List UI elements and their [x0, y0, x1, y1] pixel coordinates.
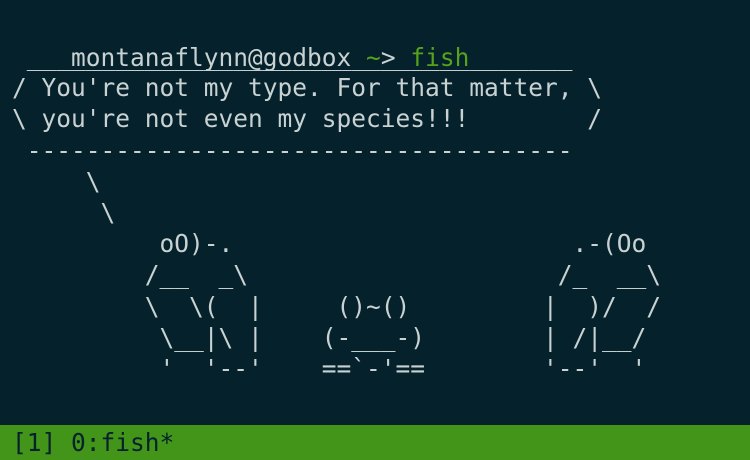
cowsay-output: _____________________________________ / …: [12, 41, 661, 384]
ascii-art-line: /__ _\ /_ __\: [12, 260, 662, 290]
speech-bubble-line: \ you're not even my species!!! /: [12, 104, 603, 134]
speech-bubble-line: / You're not my type. For that matter, \: [12, 73, 603, 103]
ascii-art-line: \: [12, 166, 101, 196]
terminal-window[interactable]: montanaflynn@godbox ~> fish ____________…: [0, 0, 750, 456]
ascii-art-line: \ \( | ()~() | )/ /: [12, 291, 662, 321]
prompt-line-active[interactable]: montanaflynn@godbox ~>: [12, 392, 427, 456]
speech-bubble-top: _____________________________________: [12, 42, 573, 71]
ascii-art-line: oO)-. .-(Oo: [12, 229, 647, 259]
ascii-art-line: \: [12, 198, 116, 228]
tmux-status-bar: [1] 0:fish*: [0, 425, 750, 460]
prompt-line: montanaflynn@godbox ~> fish: [12, 8, 469, 72]
speech-bubble-bottom: -------------------------------------: [12, 135, 573, 165]
ascii-art-line: ' '--' ==`-'== '--' ': [12, 354, 647, 384]
ascii-art-line: \__|\ | (-___-) | /|__/: [12, 322, 647, 352]
tmux-window-list[interactable]: [1] 0:fish*: [12, 425, 174, 460]
